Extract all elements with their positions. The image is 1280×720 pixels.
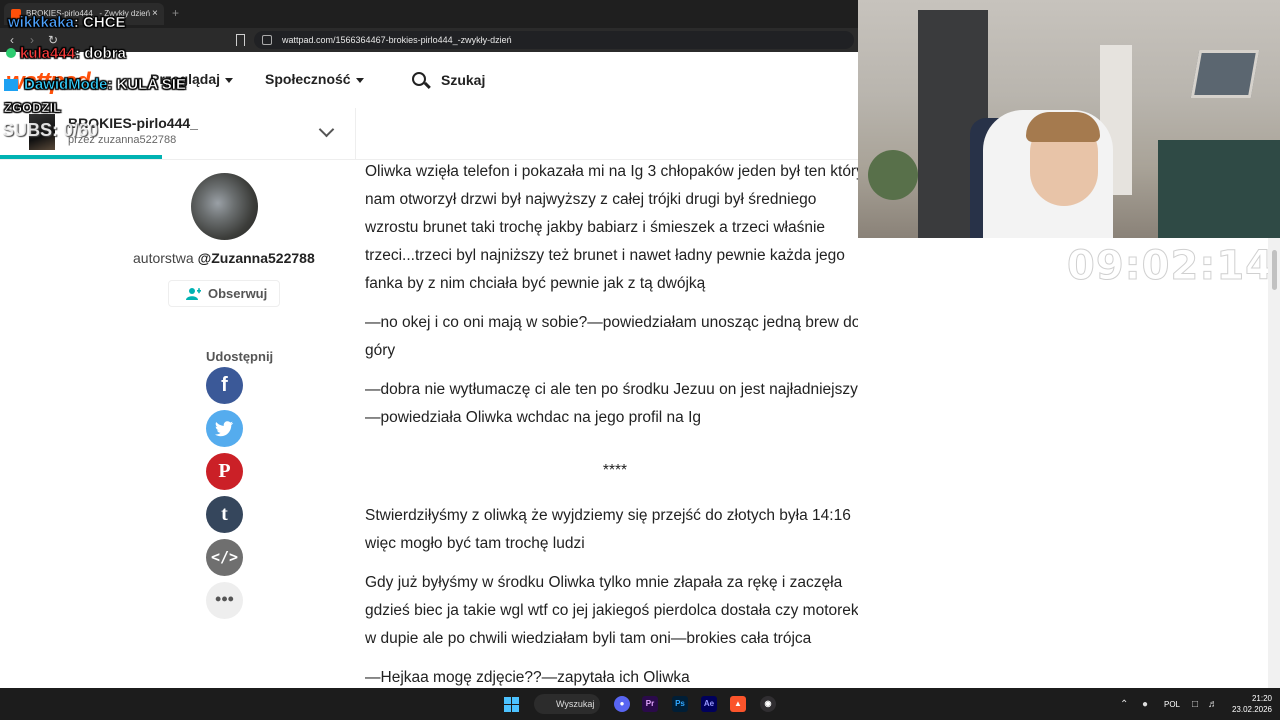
volume-icon[interactable]: ♬ xyxy=(1208,699,1218,710)
twitter-bird-icon xyxy=(215,421,234,437)
site-info-icon[interactable] xyxy=(262,35,272,45)
close-tab-icon[interactable]: × xyxy=(152,9,160,19)
chat-badge-icon xyxy=(6,48,16,58)
story-paragraph: —no okej i co oni mają w sobie?—powiedzi… xyxy=(365,314,861,359)
photoshop-icon[interactable]: Ps xyxy=(672,696,688,712)
follow-label: Obserwuj xyxy=(208,286,268,301)
pinterest-icon[interactable]: P xyxy=(206,453,243,490)
divider xyxy=(355,108,356,160)
date: 23.02.2026 xyxy=(1231,705,1272,714)
chat-text: ZGODZIL xyxy=(4,100,62,116)
webcam-sofa-shape xyxy=(1158,140,1280,238)
chat-text: : dobra xyxy=(75,45,126,63)
obs-icon[interactable]: ◉ xyxy=(760,696,776,712)
story-content: Oliwka wzięła telefon i pokazała mi na I… xyxy=(365,158,865,688)
right-blank-area xyxy=(858,238,1268,688)
author-prefix: autorstwa xyxy=(133,250,194,266)
webcam-plant-shape xyxy=(868,150,918,200)
twitter-icon[interactable] xyxy=(206,410,243,447)
community-menu[interactable]: Społeczność xyxy=(265,71,364,87)
scrollbar-thumb[interactable] xyxy=(1272,250,1277,290)
stream-clock: 09:02:14 xyxy=(1067,243,1274,290)
new-tab-button[interactable]: + xyxy=(172,6,179,20)
author-handle[interactable]: @Zuzanna522788 xyxy=(198,250,315,266)
time: 21:20 xyxy=(1251,694,1272,703)
address-bar: ‹ › ↻ wattpad.com/1566364467-brokies-pir… xyxy=(0,28,858,52)
community-label: Społeczność xyxy=(265,71,351,87)
story-paragraph: Stwierdziłyśmy z oliwką że wyjdziemy się… xyxy=(365,507,851,552)
follow-button[interactable]: Obserwuj xyxy=(168,280,280,307)
chat-text: : KULA SIE xyxy=(107,76,186,94)
facebook-icon[interactable]: f xyxy=(206,367,243,404)
reading-progress-bar xyxy=(0,155,162,159)
search-button[interactable]: Szukaj xyxy=(441,72,485,88)
chat-text: : CHCE xyxy=(73,14,126,32)
story-paragraph: —dobra nie wytłumaczę ci ale ten po środ… xyxy=(365,381,858,426)
chat-badge-icon xyxy=(4,79,18,92)
premiere-icon[interactable]: Pr xyxy=(642,696,658,712)
clock[interactable]: 21:20 23.02.2026 xyxy=(1228,693,1272,715)
chevron-down-icon[interactable] xyxy=(318,121,335,138)
webcam-window-shape xyxy=(1190,50,1260,98)
after-effects-icon[interactable]: Ae xyxy=(701,696,717,712)
taskbar: Wyszukaj ● Pr Ps Ae ▲ ◉ ⌃ ● POL □ ♬ 21:2… xyxy=(0,688,1280,720)
scrollbar[interactable] xyxy=(1268,238,1280,688)
story-paragraph: —Hejkaa mogę zdjęcie??—zapytała ich Oliw… xyxy=(365,669,690,686)
chevron-down-icon xyxy=(225,77,234,83)
tumblr-icon[interactable]: t xyxy=(206,496,243,533)
taskbar-search[interactable]: Wyszukaj xyxy=(534,694,600,714)
add-user-icon xyxy=(186,288,201,300)
browser-tab-bar: BROKIES-pirlo444_ - Zwykły dzień × + xyxy=(0,0,858,28)
chat-user: wikkkaka xyxy=(8,14,74,32)
microphone-icon[interactable]: ● xyxy=(1142,699,1148,710)
story-paragraph: Gdy już byłyśmy w środku Oliwka tylko mn… xyxy=(365,574,859,647)
chat-user: DawidMode xyxy=(24,76,108,94)
story-bar[interactable]: BROKIES-pirlo444_ przez zuzanna522788 xyxy=(0,108,858,160)
author-avatar[interactable] xyxy=(191,173,258,240)
language-indicator[interactable]: POL xyxy=(1164,700,1180,709)
chat-message: kula444: dobra xyxy=(6,45,126,62)
story-paragraph: Oliwka wzięła telefon i pokazała mi na I… xyxy=(365,163,864,292)
chat-user: kula444 xyxy=(20,45,76,63)
chevron-down-icon xyxy=(355,77,364,83)
chat-message: DawidMode: KULA SIE xyxy=(4,76,186,93)
bookmark-icon[interactable] xyxy=(236,34,245,46)
chevron-up-icon[interactable]: ⌃ xyxy=(1120,699,1128,710)
search-icon[interactable] xyxy=(412,72,426,86)
brave-icon[interactable]: ▲ xyxy=(730,696,746,712)
chat-message: ZGODZIL xyxy=(4,100,62,116)
embed-icon[interactable]: </> xyxy=(206,539,243,576)
more-icon[interactable]: ••• xyxy=(206,582,243,619)
subs-counter: SUBS: 0/60 xyxy=(2,120,99,140)
discord-icon[interactable]: ● xyxy=(614,696,630,712)
windows-start-icon[interactable] xyxy=(504,697,519,712)
url-field[interactable]: wattpad.com/1566364467-brokies-pirlo444_… xyxy=(254,31,854,49)
author-line: autorstwa @Zuzanna522788 xyxy=(133,250,315,266)
section-separator: **** xyxy=(602,462,628,479)
webcam-hair-shape xyxy=(1026,112,1100,142)
network-icon[interactable]: □ xyxy=(1192,699,1198,710)
webcam-feed xyxy=(858,0,1280,238)
chat-message: wikkkaka: CHCE xyxy=(8,14,126,32)
share-label: Udostępnij xyxy=(206,349,274,364)
